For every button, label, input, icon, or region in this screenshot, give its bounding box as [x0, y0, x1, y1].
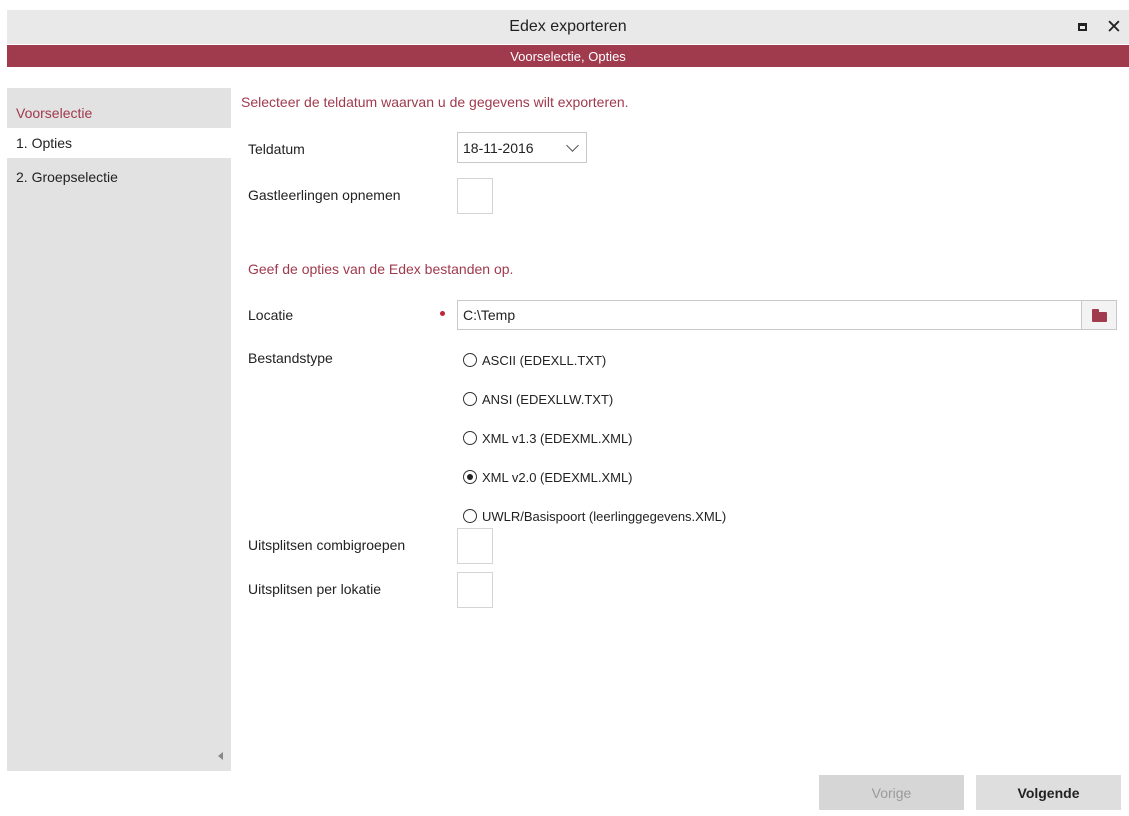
teldatum-label: Teldatum [248, 141, 305, 157]
window-title: Edex exporteren [509, 18, 627, 35]
radio-unchecked-icon [463, 353, 477, 367]
required-indicator [440, 311, 445, 316]
radio-label: ASCII (EDEXLL.TXT) [482, 352, 607, 368]
radio-unchecked-icon [463, 392, 477, 406]
teldatum-select[interactable]: 18-11-2016 [457, 132, 587, 163]
radio-checked-icon [463, 470, 477, 484]
radio-xml-v13[interactable]: XML v1.3 (EDEXML.XML) [463, 426, 633, 450]
locatie-value: C:\Temp [463, 307, 516, 323]
gastleerlingen-checkbox[interactable] [457, 178, 493, 214]
gastleerlingen-label: Gastleerlingen opnemen [248, 187, 401, 203]
locatie-label: Locatie [248, 307, 294, 323]
previous-button-label: Vorige [871, 784, 912, 801]
radio-uwlr-basispoort[interactable]: UWLR/Basispoort (leerlinggegevens.XML) [463, 504, 726, 528]
radio-xml-v20[interactable]: XML v2.0 (EDEXML.XML) [463, 465, 633, 489]
maximize-icon [1077, 23, 1087, 31]
teldatum-value: 18-11-2016 [463, 139, 534, 156]
folder-icon [1091, 308, 1107, 322]
radio-label: ANSI (EDEXLLW.TXT) [482, 391, 614, 407]
sidebar-item-opties[interactable]: 1. Opties [7, 128, 231, 158]
browse-folder-button[interactable] [1081, 300, 1117, 330]
close-button[interactable]: ✕ [1105, 16, 1123, 38]
locatie-input[interactable]: C:\Temp [457, 300, 1117, 330]
radio-label: UWLR/Basispoort (leerlinggegevens.XML) [482, 508, 727, 524]
step-subtitle: Voorselectie, Opties [510, 48, 626, 64]
radio-label: XML v1.3 (EDEXML.XML) [482, 430, 633, 446]
next-button-label: Volgende [1017, 784, 1080, 801]
section-title-teldatum: Selecteer de teldatum waarvan u de gegev… [241, 94, 629, 110]
window-controls: ✕ [1073, 10, 1123, 44]
radio-unchecked-icon [463, 431, 477, 445]
sidebar-item-label: 2. Groepselectie [16, 169, 118, 185]
title-bar: Edex exporteren ✕ [7, 10, 1129, 44]
collapse-sidebar-icon[interactable] [218, 752, 223, 760]
bestandstype-label: Bestandstype [248, 350, 333, 366]
export-dialog: Edex exporteren ✕ Voorselectie, Opties V… [7, 10, 1129, 816]
sidebar-item-groepselectie[interactable]: 2. Groepselectie [7, 162, 231, 192]
step-subtitle-bar: Voorselectie, Opties [7, 45, 1129, 67]
wizard-sidebar: Voorselectie 1. Opties 2. Groepselectie [7, 88, 231, 771]
radio-unchecked-icon [463, 509, 477, 523]
previous-button[interactable]: Vorige [819, 775, 964, 810]
next-button[interactable]: Volgende [976, 775, 1121, 810]
combigroepen-label: Uitsplitsen combigroepen [248, 537, 406, 553]
per-lokatie-label: Uitsplitsen per lokatie [248, 581, 382, 597]
close-icon: ✕ [1106, 16, 1122, 38]
combigroepen-checkbox[interactable] [457, 528, 493, 564]
sidebar-heading: Voorselectie [16, 105, 93, 121]
radio-ansi[interactable]: ANSI (EDEXLLW.TXT) [463, 387, 613, 411]
radio-label: XML v2.0 (EDEXML.XML) [482, 469, 633, 485]
section-title-opties: Geef de opties van de Edex bestanden op. [248, 261, 514, 277]
radio-ascii[interactable]: ASCII (EDEXLL.TXT) [463, 348, 606, 372]
per-lokatie-checkbox[interactable] [457, 572, 493, 608]
chevron-down-icon [566, 139, 579, 152]
sidebar-item-label: 1. Opties [16, 135, 73, 151]
maximize-button[interactable] [1073, 18, 1091, 36]
